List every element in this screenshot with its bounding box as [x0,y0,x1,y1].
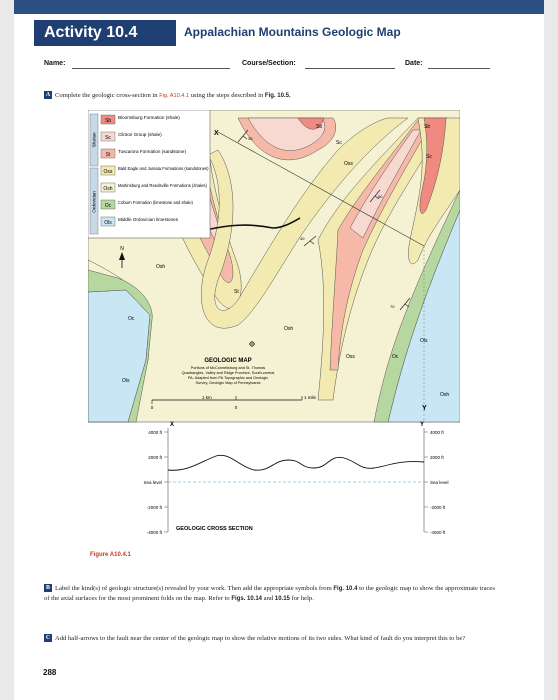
topographic-profile [167,454,425,471]
svg-text:-2000 ft: -2000 ft [430,505,446,510]
section-x: X [170,422,174,428]
svg-text:2000 ft: 2000 ft [430,455,445,460]
step-b-text1: Label the kind(s) of geologic structure(… [55,585,332,592]
label-st: St [234,289,239,295]
svg-text:1 mile: 1 mile [304,395,317,400]
svg-text:Ols: Ols [104,220,112,226]
label-sc2: Sc [426,154,432,160]
label-oc2: Oc [392,354,399,360]
svg-text:PA. Adapted from PA Topographi: PA. Adapted from PA Topographic and Geol… [188,376,268,380]
svg-text:-4000 ft: -4000 ft [430,530,446,535]
map-title: GEOLOGIC MAP [204,358,251,364]
svg-text:4000 ft: 4000 ft [148,430,163,435]
svg-text:Coburn Formation (limestone an: Coburn Formation (limestone and shale) [118,200,194,205]
svg-text:Middle Ordovician limestones: Middle Ordovician limestones [118,217,179,222]
date-line[interactable] [428,68,490,69]
name-label: Name: [44,60,66,67]
label-y: Y [422,405,427,412]
svg-text:Quadrangles, Valley and Ridge: Quadrangles, Valley and Ridge Province, … [182,371,275,375]
activity-tab: Activity 10.4 [34,20,176,46]
course-label: Course/Section: [242,60,296,67]
svg-text:2000 ft: 2000 ft [148,455,163,460]
figure-caption: Figure A10.4.1 [90,552,131,558]
step-b-marker: B [44,584,52,593]
svg-text:Sea level: Sea level [430,480,449,485]
step-a-text2: using the steps described in [190,92,264,99]
step-a-ref2: Fig. 10.5. [264,93,291,99]
label-oc1: Oc [128,316,135,322]
cross-section: X Y 4000 ft 2000 ft Sea level -2000 ft -… [143,422,448,535]
map-legend: Silurian Ordovician Sb Bloomsburg Formati… [87,109,211,239]
label-ols1: Ols [122,378,130,384]
svg-text:Martinsburg and Reedsville For: Martinsburg and Reedsville Formations (s… [118,183,208,188]
cross-section-title: GEOLOGIC CROSS SECTION [176,526,253,532]
svg-text:Survey, Geologic Map of Pennsy: Survey, Geologic Map of Pennsylvania [196,381,262,385]
svg-text:4000 ft: 4000 ft [430,430,445,435]
svg-text:1 km: 1 km [202,395,212,400]
svg-text:70: 70 [390,304,395,309]
label-osh3: Osh [440,392,449,398]
step-b: B Label the kind(s) of geologic structure… [44,584,499,604]
svg-text:Bald Eagle and Juniata Formati: Bald Eagle and Juniata Formations (sands… [118,166,209,171]
svg-text:Sc: Sc [105,135,111,141]
legend-ordovician: Ordovician [92,191,97,213]
name-line[interactable] [72,68,230,69]
step-a-text: Complete the geologic cross-section in [55,92,158,99]
step-b-ref3: 10.15 [274,596,290,602]
step-c-marker: C [44,634,52,643]
label-ols2: Ols [420,338,428,344]
date-label: Date: [405,60,423,67]
label-sc1: Sc [336,140,342,146]
label-x: X [214,130,219,137]
svg-text:Clinton Group (shale): Clinton Group (shale) [118,132,162,137]
course-line[interactable] [305,68,395,69]
svg-text:Osh: Osh [103,186,112,192]
step-b-text3: and [263,595,274,602]
svg-text:35: 35 [248,136,253,141]
step-b-ref2: Figs. 10.14 [231,596,263,602]
header-bar [14,0,544,14]
step-b-text4: for help. [291,595,314,602]
svg-text:40: 40 [300,236,305,241]
svg-text:Portions of McConnellsburg and: Portions of McConnellsburg and St. Thoma… [191,366,266,370]
label-oss2: Oss [346,354,355,360]
step-c-text: Add half-arrows to the fault near the ce… [55,635,466,642]
svg-text:N: N [120,246,124,252]
svg-text:Bloomsburg Formation (shale): Bloomsburg Formation (shale) [118,115,180,120]
section-y: Y [420,422,424,428]
svg-text:Sea level: Sea level [143,480,162,485]
label-osh2: Osh [284,326,293,332]
label-oss1: Oss [344,161,353,167]
svg-text:Oss: Oss [104,169,113,175]
step-c: C Add half-arrows to the fault near the c… [44,634,499,644]
figure-a10-4-1: Silurian Ordovician Sb Bloomsburg Formati… [87,109,461,548]
page-number: 288 [43,668,57,677]
step-a-ref: Fig. A10.4.1 [159,93,190,99]
svg-text:Oc: Oc [105,203,112,209]
svg-text:-2000 ft: -2000 ft [147,505,163,510]
label-osh1: Osh [156,264,165,270]
svg-text:Tuscarora Formation (sandstone: Tuscarora Formation (sandstone) [118,149,186,154]
svg-text:Sb: Sb [105,118,111,124]
svg-text:-4000 ft: -4000 ft [147,530,163,535]
activity-title: Appalachian Mountains Geologic Map [184,25,401,39]
svg-text:St: St [106,152,111,158]
label-sb2: Sb [424,124,430,130]
step-b-ref1: Fig. 10.4 [333,586,358,592]
step-a-marker: A [44,91,52,100]
label-sb1: Sb [316,124,322,130]
legend-silurian: Silurian [92,132,97,148]
svg-text:50: 50 [378,194,383,199]
step-a: A Complete the geologic cross-section in … [44,91,504,101]
